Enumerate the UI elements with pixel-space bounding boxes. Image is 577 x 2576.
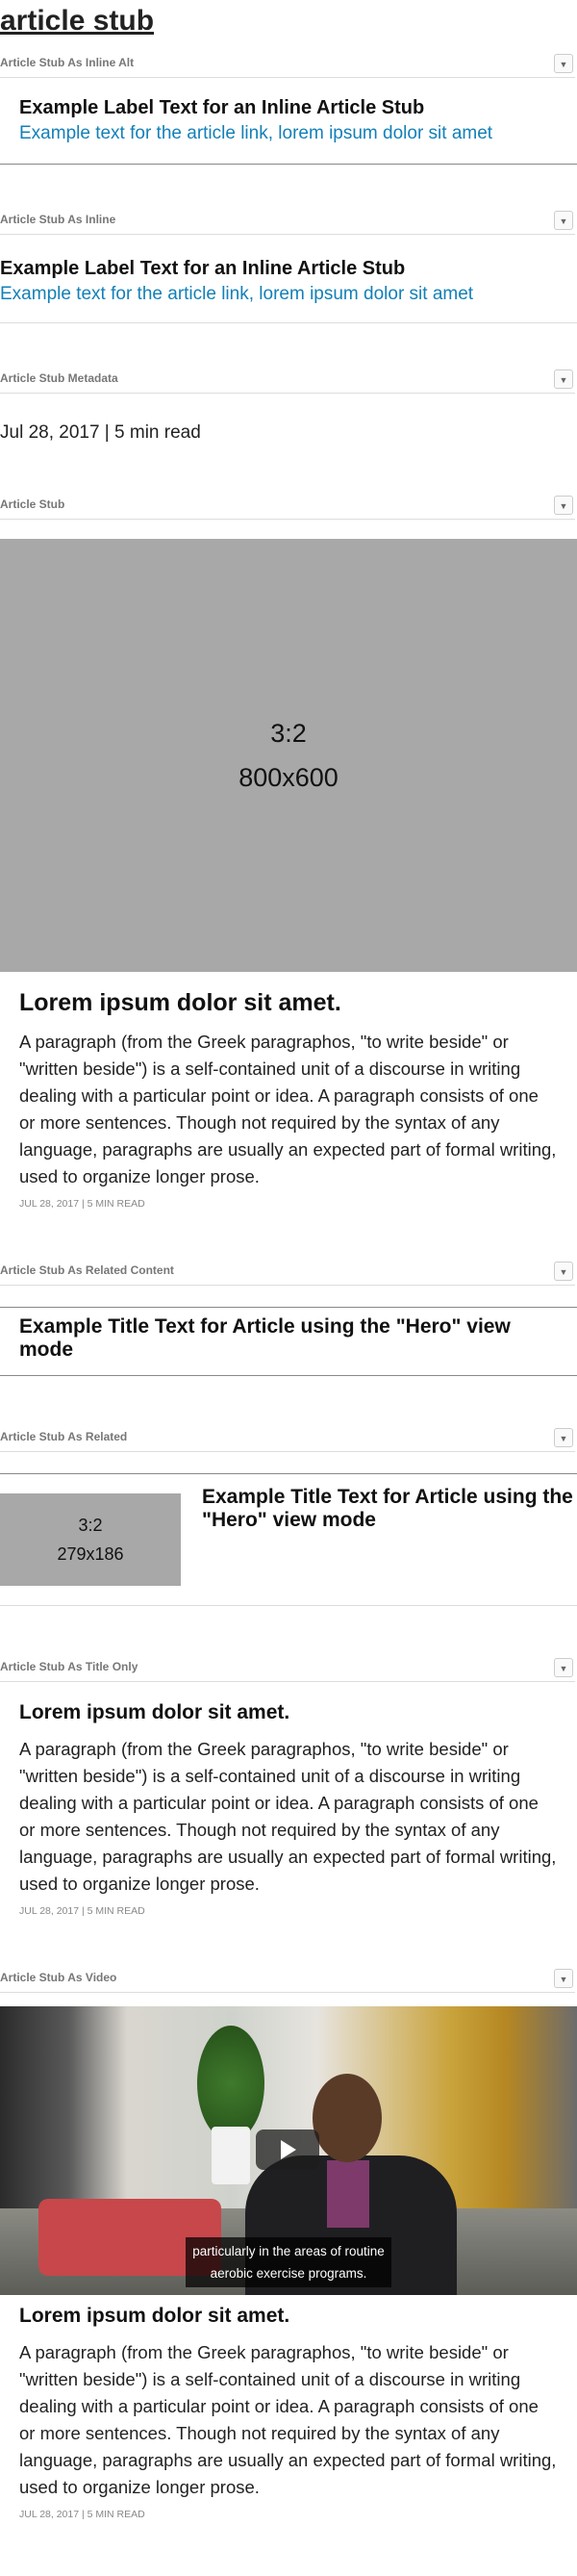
image-size: 800x600 [238,763,339,792]
article-title[interactable]: Lorem ipsum dolor sit amet. [19,1701,558,1724]
section-header-label: Article Stub As Inline Alt [0,56,135,69]
section-header-label: Article Stub Metadata [0,371,118,385]
chevron-down-icon[interactable]: ▼ [554,1262,573,1281]
article-meta: JUL 28, 2017 | 5 MIN READ [19,1198,145,1210]
image-size: 279x186 [57,1544,124,1564]
chevron-down-icon[interactable]: ▼ [554,54,573,73]
stub-label: Example Label Text for an Inline Article… [0,258,406,279]
related-content-title[interactable]: Example Title Text for Article using the… [0,1307,577,1376]
video-scene-pot [212,2127,250,2184]
section-related: Article Stub As Related ▼ 3:2 279x186 Ex… [0,1428,577,1606]
image-ratio: 3:2 [270,719,307,748]
article-meta: JUL 28, 2017 | 5 MIN READ [19,1905,145,1917]
image-ratio: 3:2 [78,1516,103,1535]
section-header: Article Stub As Video ▼ [0,1969,575,1993]
section-inline: Article Stub As Inline ▼ Example Label T… [0,211,577,323]
chevron-down-icon[interactable]: ▼ [554,211,573,230]
section-header-label: Article Stub As Video [0,1971,117,1984]
chevron-down-icon[interactable]: ▼ [554,1969,573,1988]
chevron-down-icon[interactable]: ▼ [554,1428,573,1447]
inline-stub: Example Label Text for an Inline Article… [0,235,577,323]
section-header: Article Stub As Inline Alt ▼ [0,54,575,78]
stub-label: Example Label Text for an Inline Article… [19,97,425,118]
section-header-label: Article Stub As Title Only [0,1660,138,1673]
video-caption: particularly in the areas of routine aer… [186,2237,391,2287]
section-title-only: Article Stub As Title Only ▼ Lorem ipsum… [0,1658,577,1917]
related-thumbnail[interactable]: 3:2 279x186 [0,1493,181,1586]
inline-alt-stub: Example Label Text for an Inline Article… [0,78,577,165]
article-summary: A paragraph (from the Greek paragraphos,… [19,1032,557,1186]
page-title: article stub [0,5,155,37]
section-header: Article Stub As Title Only ▼ [0,1658,575,1682]
section-article-stub: Article Stub ▼ 3:2 800x600 Lorem ipsum d… [0,496,577,1210]
section-header-label: Article Stub As Inline [0,213,116,226]
section-header: Article Stub As Related Content ▼ [0,1262,575,1286]
article-summary: A paragraph (from the Greek paragraphos,… [19,2342,557,2497]
chevron-down-icon[interactable]: ▼ [554,370,573,389]
section-inline-alt: Article Stub As Inline Alt ▼ Example Lab… [0,54,577,165]
article-summary: A paragraph (from the Greek paragraphos,… [19,1739,557,1894]
stub-link[interactable]: Example text for the article link, lorem… [0,284,577,305]
section-header: Article Stub Metadata ▼ [0,370,575,394]
related-stub: 3:2 279x186 Example Title Text for Artic… [0,1473,577,1606]
section-header: Article Stub As Inline ▼ [0,211,575,235]
section-header: Article Stub ▼ [0,496,575,520]
section-header-label: Article Stub As Related [0,1430,128,1443]
section-header-label: Article Stub As Related Content [0,1263,174,1277]
stub-link[interactable]: Example text for the article link, lorem… [19,123,558,144]
play-icon[interactable] [256,2130,319,2170]
chevron-down-icon[interactable]: ▼ [554,1658,573,1677]
article-image[interactable]: 3:2 800x600 [0,539,577,972]
article-title[interactable]: Lorem ipsum dolor sit amet. [19,2305,558,2328]
article-title[interactable]: Lorem ipsum dolor sit amet. [19,989,558,1017]
video-player[interactable]: particularly in the areas of routine aer… [0,2006,577,2295]
related-title[interactable]: Example Title Text for Article using the… [181,1486,577,1586]
section-header: Article Stub As Related ▼ [0,1428,575,1452]
section-header-label: Article Stub [0,497,65,511]
section-related-content: Article Stub As Related Content ▼ Exampl… [0,1262,577,1376]
section-video: Article Stub As Video ▼ particularly in … [0,1969,577,2520]
caption-line: particularly in the areas of routine [192,2244,385,2258]
section-metadata: Article Stub Metadata ▼ Jul 28, 2017 | 5… [0,370,577,444]
chevron-down-icon[interactable]: ▼ [554,496,573,515]
article-meta: JUL 28, 2017 | 5 MIN READ [19,2509,145,2520]
article-metadata: Jul 28, 2017 | 5 min read [0,422,201,443]
caption-line: aerobic exercise programs. [210,2266,367,2281]
